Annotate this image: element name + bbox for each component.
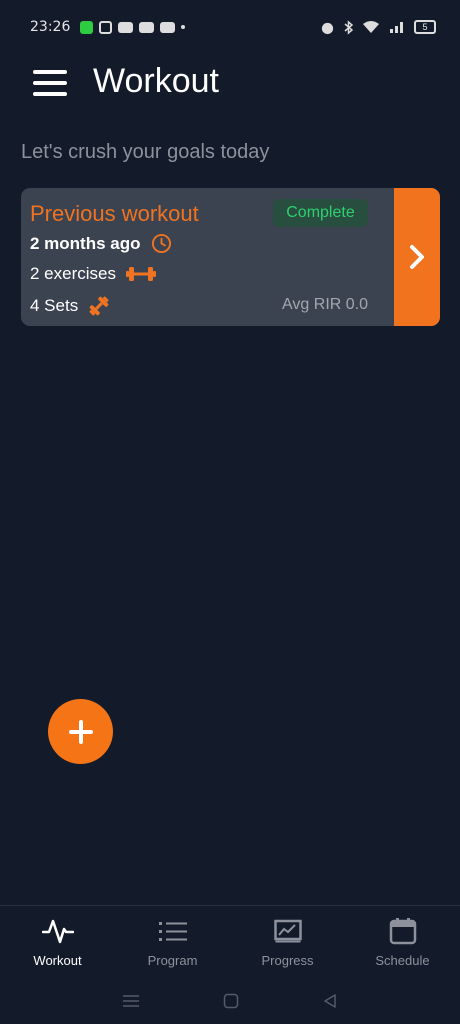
time-ago-row: 2 months ago bbox=[30, 233, 172, 254]
exercises-text: 2 exercises bbox=[30, 264, 116, 283]
alarm-icon bbox=[321, 22, 334, 34]
card-title: Previous workout bbox=[30, 201, 199, 226]
battery-level: 5 bbox=[422, 22, 428, 32]
system-nav-bar bbox=[0, 977, 460, 1024]
menu-button[interactable] bbox=[33, 70, 69, 96]
recent-apps-icon[interactable] bbox=[122, 994, 140, 1008]
page-title: Workout bbox=[93, 62, 219, 100]
avg-rir: Avg RIR 0.0 bbox=[282, 296, 368, 313]
bluetooth-icon bbox=[344, 19, 353, 35]
time-ago-text: 2 months ago bbox=[30, 233, 141, 253]
list-icon bbox=[158, 922, 187, 941]
nav-label: Progress bbox=[261, 953, 314, 968]
youtube-icon bbox=[118, 21, 134, 33]
status-bar: 23:26 5 bbox=[0, 0, 460, 54]
nav-label: Workout bbox=[33, 953, 82, 968]
nav-label: Schedule bbox=[375, 953, 430, 968]
status-badge: Complete bbox=[273, 199, 368, 227]
chevron-right-icon bbox=[410, 245, 424, 269]
notification-app-icon bbox=[80, 20, 94, 34]
pulse-icon bbox=[41, 919, 74, 944]
youtube-icon bbox=[139, 21, 155, 33]
dumbbell-icon bbox=[125, 267, 156, 281]
hamburger-line bbox=[33, 70, 67, 74]
nav-item-progress[interactable]: Progress bbox=[230, 906, 345, 977]
nav-item-workout[interactable]: Workout bbox=[0, 906, 115, 977]
plus-icon bbox=[68, 719, 93, 744]
home-icon[interactable] bbox=[223, 993, 239, 1009]
bottom-nav: Workout Program Progress Schedule bbox=[0, 905, 460, 977]
hamburger-line bbox=[33, 92, 67, 96]
nav-item-schedule[interactable]: Schedule bbox=[345, 906, 460, 977]
app-bar: Workout bbox=[0, 54, 460, 110]
battery-icon: 5 bbox=[414, 20, 436, 34]
wifi-icon bbox=[363, 21, 379, 33]
nav-label: Program bbox=[147, 953, 198, 968]
status-time: 23:26 bbox=[30, 19, 71, 35]
sets-row: 4 Sets bbox=[30, 295, 110, 317]
dumbbell-tilted-icon bbox=[89, 296, 109, 316]
instagram-icon bbox=[99, 20, 113, 34]
more-notifications-icon bbox=[181, 25, 186, 29]
hamburger-line bbox=[33, 81, 67, 85]
previous-workout-card[interactable]: Previous workout Complete 2 months ago 2… bbox=[21, 188, 440, 326]
calendar-icon bbox=[389, 918, 416, 945]
chart-icon bbox=[273, 919, 302, 943]
exercises-row: 2 exercises bbox=[30, 264, 156, 284]
signal-icon bbox=[390, 22, 403, 33]
back-icon[interactable] bbox=[322, 993, 338, 1009]
add-workout-button[interactable] bbox=[48, 699, 113, 764]
open-workout-button[interactable] bbox=[394, 188, 440, 326]
subtitle: Let's crush your goals today bbox=[21, 141, 270, 163]
youtube-icon bbox=[160, 21, 176, 33]
nav-item-program[interactable]: Program bbox=[115, 906, 230, 977]
sets-text: 4 Sets bbox=[30, 296, 79, 315]
clock-icon bbox=[151, 233, 171, 254]
